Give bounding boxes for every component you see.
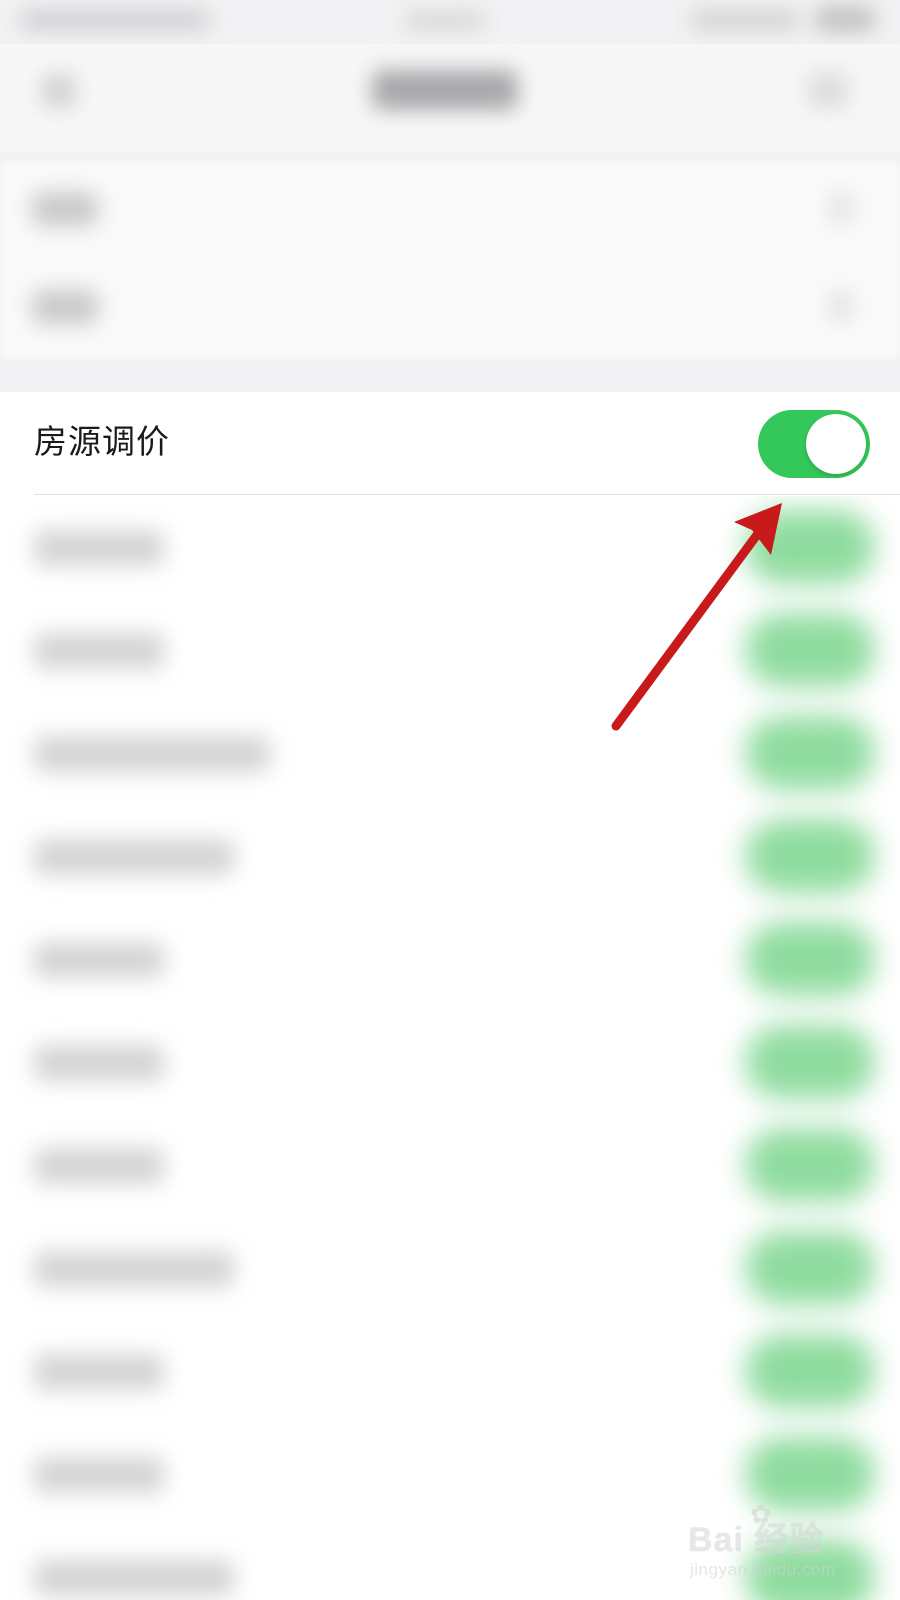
status-bar: [0, 0, 900, 44]
row-divider: [34, 494, 900, 495]
blurred-settings-list: [0, 496, 900, 1600]
price-adjust-row: 房源调价: [0, 392, 900, 495]
blurred-list-item: [0, 1320, 900, 1423]
price-adjust-toggle[interactable]: [758, 410, 870, 478]
watermark-logo: Bai 经验: [688, 1521, 825, 1559]
navigation-bar: [0, 44, 900, 152]
blurred-list-item: [0, 702, 900, 805]
blurred-list-item: [0, 599, 900, 702]
watermark-url: jingyan.baidu.com: [690, 1560, 836, 1579]
more-icon: [808, 72, 848, 108]
toggle-knob: [806, 414, 866, 474]
blurred-list-item: [0, 1114, 900, 1217]
page-title: [372, 70, 518, 110]
blurred-list-item: [0, 1217, 900, 1320]
blurred-list-item: [0, 496, 900, 599]
blurred-list-item: [0, 805, 900, 908]
back-icon: [42, 74, 76, 108]
blurred-list-item: [0, 1011, 900, 1114]
blurred-header-region: [0, 0, 900, 392]
blurred-settings-group: [0, 162, 900, 358]
baidu-jingyan-watermark: ✿ Bai 经验 jingyan.baidu.com: [688, 1500, 888, 1590]
blurred-list-item: [0, 908, 900, 1011]
price-adjust-label: 房源调价: [34, 422, 170, 461]
